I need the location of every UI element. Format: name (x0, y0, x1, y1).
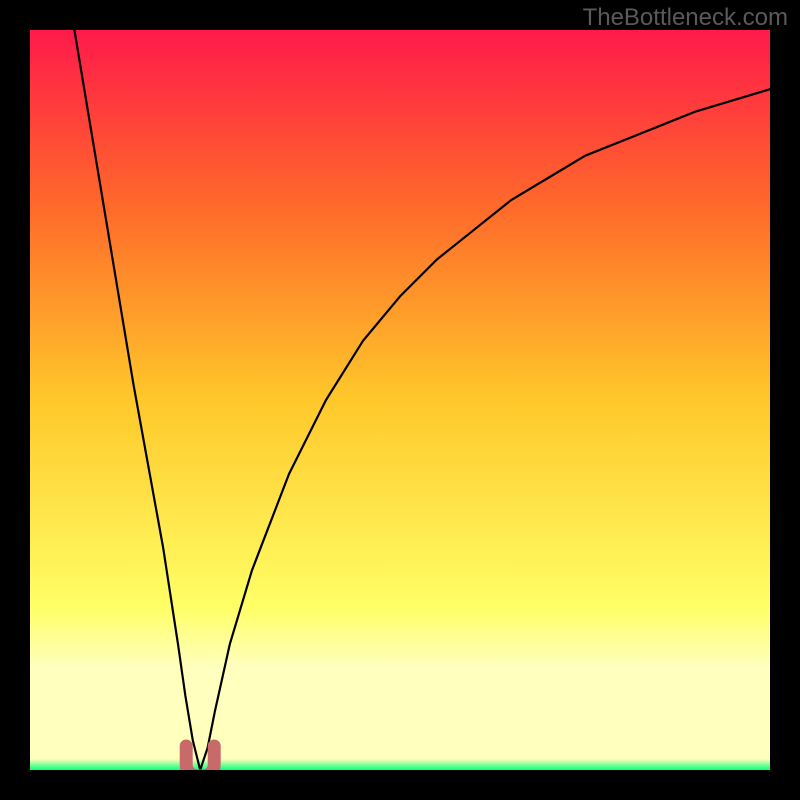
watermark-text: TheBottleneck.com (583, 4, 788, 32)
plot-background (30, 30, 770, 770)
bottleneck-plot (30, 30, 770, 770)
chart-stage: TheBottleneck.com (0, 0, 800, 800)
